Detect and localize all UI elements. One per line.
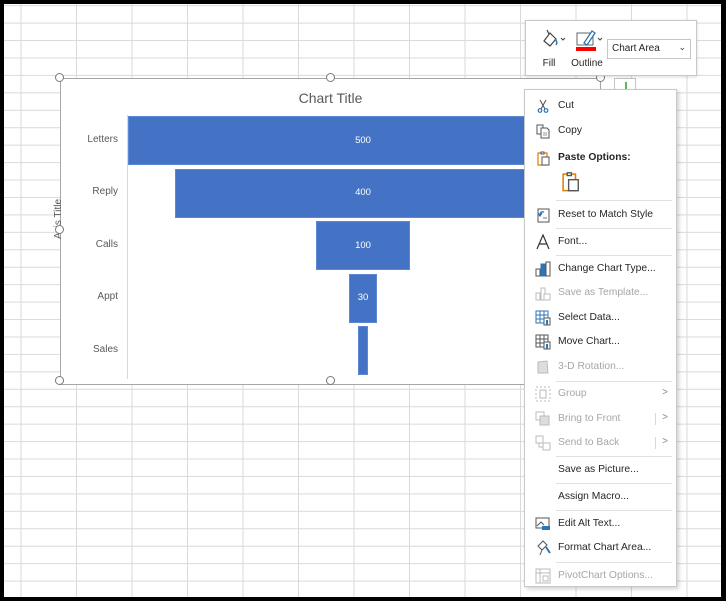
menu-item-save-as-template[interactable]: Save as Template...: [525, 281, 676, 305]
submenu-arrow-icon: >: [662, 412, 668, 423]
resize-handle-middle-left[interactable]: [55, 225, 64, 234]
mini-toolbar: Fill Outline Chart Area ⌄: [525, 20, 697, 76]
chevron-down-icon: ⌄: [678, 42, 686, 52]
data-label: 100: [355, 239, 371, 251]
menu-item-label: Save as Picture...: [558, 464, 639, 475]
plot-area[interactable]: Letters 500 Reply 400 Calls 100 Appt 30 Sales: [61, 79, 600, 384]
alt-text-icon: [535, 517, 550, 530]
menu-separator: [556, 255, 672, 256]
menu-item-label: Change Chart Type...: [558, 263, 656, 274]
chart-element-dropdown[interactable]: Chart Area ⌄: [607, 39, 691, 59]
menu-item-move-chart[interactable]: Move Chart...: [525, 330, 676, 354]
menu-separator: [556, 483, 672, 484]
menu-separator: [556, 200, 672, 201]
menu-item-label: Send to Back: [558, 437, 620, 448]
paste-option-keep-formatting[interactable]: [559, 170, 583, 194]
menu-item-label: Move Chart...: [558, 336, 620, 347]
category-label: Appt: [97, 291, 118, 303]
menu-item-cut[interactable]: Cut: [525, 94, 676, 118]
send-back-icon: [535, 435, 551, 451]
menu-item-label: Cut: [558, 100, 575, 111]
menu-item-label: Select Data...: [558, 312, 620, 323]
paint-bucket-icon: [543, 29, 566, 47]
data-label: 400: [355, 187, 371, 199]
font-icon: [536, 234, 550, 250]
category-label: Letters: [87, 133, 118, 145]
group-icon: [535, 386, 551, 402]
menu-item-save-as-picture[interactable]: Save as Picture...: [525, 458, 676, 482]
category-label: Calls: [95, 238, 118, 250]
context-menu: Cut Copy Paste Options: Reset to Match S…: [524, 89, 677, 587]
bring-front-icon: [535, 411, 550, 426]
menu-item-assign-macro[interactable]: Assign Macro...: [525, 485, 676, 509]
menu-item-label: Edit Alt Text...: [558, 518, 621, 529]
data-label: 30: [357, 292, 369, 304]
spreadsheet-grid[interactable]: Chart Title Axis Title Letters 500 Reply 40…: [4, 4, 721, 597]
submenu-arrow-icon: >: [662, 387, 668, 398]
select-data-icon: [535, 310, 551, 326]
chart-type-icon: [535, 261, 551, 277]
funnel-bar-sales[interactable]: [358, 326, 368, 376]
pivot-icon: [535, 568, 551, 584]
split-divider: [655, 437, 656, 449]
outline-label: Outline: [571, 58, 603, 69]
format-icon: [537, 540, 551, 556]
menu-item-label: PivotChart Options...: [558, 570, 653, 581]
data-label: 500: [355, 134, 371, 146]
fill-button[interactable]: Fill: [532, 25, 566, 73]
menu-item-copy[interactable]: Copy: [525, 119, 676, 143]
outline-pen-icon: [576, 30, 603, 51]
menu-item-paste-options: Paste Options:: [525, 146, 676, 170]
menu-item-label: Paste Options:: [558, 152, 631, 163]
fill-label: Fill: [542, 58, 556, 69]
menu-item-edit-alt-text[interactable]: Edit Alt Text...: [525, 512, 676, 536]
menu-item-label: 3-D Rotation...: [558, 361, 625, 372]
menu-separator: [556, 510, 672, 511]
category-label: Sales: [92, 343, 118, 355]
menu-separator: [556, 228, 672, 229]
resize-handle-top-left[interactable]: [55, 73, 64, 82]
menu-item-format-chart-area[interactable]: Format Chart Area...: [525, 536, 676, 560]
scissors-icon: [537, 99, 549, 113]
menu-item-label: Copy: [558, 125, 583, 136]
chart-element-value: Chart Area: [612, 43, 660, 54]
menu-item-select-data[interactable]: Select Data...: [525, 306, 676, 330]
chart-area[interactable]: Chart Title Axis Title Letters 500 Reply 40…: [53, 78, 601, 385]
copy-icon: [536, 124, 550, 139]
move-chart-icon: [535, 334, 551, 350]
menu-item-label: Font...: [558, 236, 588, 247]
resize-handle-bottom-left[interactable]: [55, 376, 64, 385]
menu-item-label: Format Chart Area...: [558, 542, 652, 553]
rotation-icon: [537, 360, 549, 374]
menu-separator: [556, 456, 672, 457]
menu-item-change-chart-type[interactable]: Change Chart Type...: [525, 257, 676, 281]
paste-icon: [562, 172, 579, 192]
menu-item-group[interactable]: Group >: [525, 382, 676, 406]
menu-item-font[interactable]: Font...: [525, 230, 676, 254]
menu-item-label: Save as Template...: [558, 287, 649, 298]
outline-button[interactable]: Outline: [568, 25, 606, 73]
resize-handle-top-middle[interactable]: [326, 73, 335, 82]
menu-separator: [556, 562, 672, 563]
menu-item-3d-rotation[interactable]: 3-D Rotation...: [525, 355, 676, 379]
submenu-arrow-icon: >: [662, 436, 668, 447]
paste-icon: [537, 151, 550, 166]
menu-item-reset-to-match-style[interactable]: Reset to Match Style: [525, 203, 676, 227]
menu-item-pivotchart-options[interactable]: PivotChart Options...: [525, 564, 676, 588]
menu-item-send-to-back[interactable]: Send to Back >: [525, 431, 676, 455]
reset-style-icon: [537, 208, 550, 223]
menu-item-label: Assign Macro...: [558, 491, 629, 502]
menu-item-label: Group: [558, 388, 587, 399]
menu-item-label: Reset to Match Style: [558, 209, 653, 220]
menu-item-label: Bring to Front: [558, 413, 621, 424]
split-divider: [655, 413, 656, 425]
resize-handle-bottom-middle[interactable]: [326, 376, 335, 385]
category-label: Reply: [92, 186, 118, 198]
template-icon: [535, 287, 551, 301]
menu-item-bring-to-front[interactable]: Bring to Front >: [525, 407, 676, 431]
